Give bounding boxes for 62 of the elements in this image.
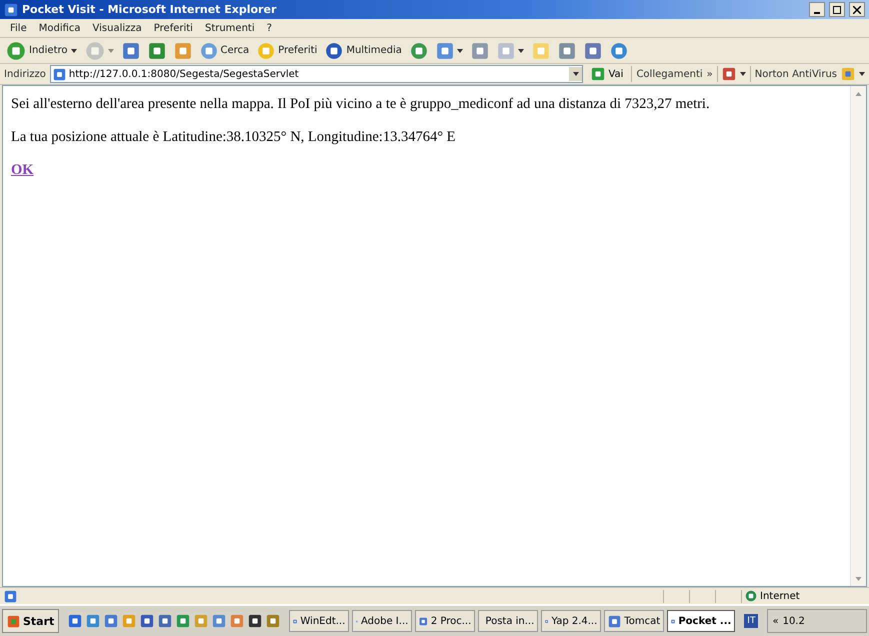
menu-item[interactable]: Preferiti — [148, 22, 199, 34]
language-indicator[interactable]: IT — [744, 614, 758, 628]
app-icon — [158, 614, 172, 628]
app-icon — [194, 614, 208, 628]
app-icon — [266, 614, 280, 628]
app-icon — [68, 614, 82, 628]
caret-icon — [456, 48, 463, 52]
toolbar-button[interactable]: Indietro — [4, 40, 78, 60]
links-label[interactable]: Collegamenti — [636, 68, 703, 80]
caret-icon — [572, 72, 579, 76]
caret-icon — [108, 48, 114, 52]
app-icon — [608, 614, 622, 628]
taskbar-button[interactable]: Tomcat — [604, 610, 664, 632]
toolbar-button[interactable]: Multimedia — [323, 42, 404, 60]
app-icon — [86, 614, 100, 628]
menu-item[interactable]: File — [4, 22, 33, 34]
taskbar-button[interactable]: Posta in... — [478, 610, 538, 632]
toolbar-button[interactable]: Preferiti — [255, 42, 320, 60]
menu-item[interactable]: ? — [260, 22, 278, 34]
go-button[interactable]: Vai — [587, 67, 628, 81]
maximize-button[interactable] — [829, 2, 845, 17]
taskbar-button[interactable]: 2 Proc... — [415, 610, 476, 632]
app-icon — [212, 614, 226, 628]
menu-item[interactable]: Strumenti — [198, 22, 261, 34]
minimize-button[interactable] — [809, 2, 825, 17]
app-icon — [248, 614, 262, 628]
close-icon — [853, 6, 861, 14]
message-text: La tua posizione attuale è Latitudine:38.10325° N, Longitudine:13.34764° E — [11, 129, 456, 146]
start-button[interactable]: Start — [2, 609, 60, 633]
address-field[interactable]: http://127.0.0.1:8080/Segesta/SegestaServlet — [50, 65, 584, 83]
app-icon — [140, 614, 154, 628]
caret-icon — [518, 48, 524, 52]
norton-label[interactable]: Norton AntiVirus — [754, 68, 837, 80]
app-icon — [104, 614, 118, 628]
minimize-icon — [814, 12, 820, 14]
message-text: Sei all'esterno dell'area presente nella mappa. Il PoI più vicino a te è gruppo_mediconf ad una distanza di 7323,27 metri. — [11, 96, 711, 113]
close-button[interactable] — [849, 2, 865, 17]
app-icon — [122, 614, 136, 628]
chevron-button[interactable]: » — [706, 68, 713, 80]
taskbar-button[interactable]: Pocket ... — [667, 610, 736, 632]
caret-icon[interactable] — [740, 72, 746, 76]
taskbar-button[interactable]: Adobe I... — [352, 610, 412, 632]
caret-icon — [70, 48, 76, 52]
down-arrow-icon[interactable] — [855, 576, 862, 580]
menu-item[interactable]: Modifica — [32, 22, 87, 34]
menu-item[interactable]: Visualizza — [86, 22, 148, 34]
window-title: Pocket Visit - Microsoft Internet Explorer — [22, 3, 278, 16]
tray-toggle[interactable]: « — [772, 616, 779, 626]
clock: 10.2 — [782, 616, 805, 626]
maximize-icon — [833, 6, 841, 14]
zone-label: Internet — [760, 590, 800, 602]
taskbar-button[interactable]: Yap 2.4... — [541, 610, 602, 632]
app-icon — [230, 614, 244, 628]
address-label: Indirizzo — [4, 68, 46, 80]
ok-link[interactable]: OK — [11, 162, 34, 178]
scrollbar[interactable] — [850, 86, 866, 586]
app-icon — [176, 614, 190, 628]
dropdown-button[interactable] — [569, 67, 582, 81]
caret-icon[interactable] — [859, 72, 865, 76]
taskbar-button[interactable]: WinEdt... — [289, 610, 350, 632]
up-arrow-icon[interactable] — [855, 92, 862, 96]
toolbar-button[interactable]: Cerca — [198, 42, 252, 60]
